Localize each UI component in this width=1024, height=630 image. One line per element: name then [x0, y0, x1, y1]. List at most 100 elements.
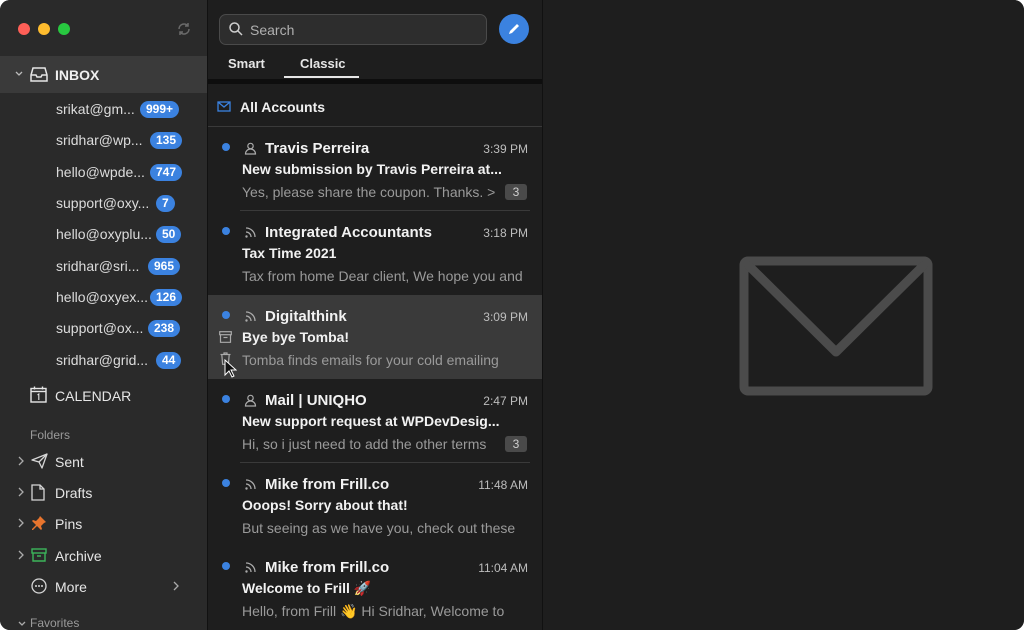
envelope-icon — [217, 101, 231, 112]
rss-icon — [245, 562, 256, 573]
chevron-right-icon[interactable] — [17, 550, 25, 560]
sidebar-item-more[interactable]: More — [0, 571, 207, 601]
sidebar-item-calendar[interactable]: CALENDAR — [0, 381, 207, 411]
search-box[interactable] — [219, 14, 487, 45]
unread-dot — [222, 143, 230, 151]
sidebar-item-pins[interactable]: Pins — [0, 508, 207, 538]
calendar-icon — [30, 386, 47, 403]
unread-dot — [222, 311, 230, 319]
reading-pane — [543, 0, 1024, 630]
sidebar-item-inbox[interactable]: INBOX — [0, 56, 207, 93]
account-name: hello@oxyex... — [56, 289, 149, 305]
unread-count-badge: 965 — [148, 258, 181, 275]
account-name: sridhar@sri... — [56, 258, 140, 274]
mouse-cursor-icon — [224, 359, 237, 378]
message-preview: Hello, from Frill 👋 Hi Sridhar, Welcome … — [242, 603, 505, 619]
message-row[interactable]: Mail | UNIQHO 2:47 PM New support reques… — [208, 379, 542, 463]
message-preview: Hi, so i just need to add the other term… — [242, 436, 487, 452]
folders-heading: Folders — [30, 428, 71, 442]
account-name: hello@oxyplu... — [56, 226, 152, 242]
message-subject: Ooops! Sorry about that! — [242, 497, 408, 513]
account-item[interactable]: sridhar@wp... 135 — [0, 124, 207, 155]
message-sender: Travis Perreira — [265, 140, 370, 157]
account-item[interactable]: sridhar@grid... 44 — [0, 344, 207, 375]
archive-icon[interactable] — [219, 331, 232, 343]
message-time: 3:09 PM — [483, 310, 528, 324]
unread-dot — [222, 395, 230, 403]
rss-icon — [245, 311, 256, 322]
search-input[interactable] — [248, 19, 477, 41]
chevron-right-icon[interactable] — [17, 456, 25, 466]
message-subject: New support request at WPDevDesig... — [242, 413, 500, 429]
sidebar-item-drafts[interactable]: Drafts — [0, 477, 207, 507]
message-row[interactable]: Mike from Frill.co 11:04 AM Welcome to F… — [208, 546, 542, 630]
account-item[interactable]: hello@oxyex... 126 — [0, 281, 207, 312]
account-item[interactable]: hello@oxyplu... 50 — [0, 218, 207, 249]
rss-icon — [245, 479, 256, 490]
tab-classic[interactable]: Classic — [300, 56, 346, 71]
envelope-icon — [739, 256, 933, 396]
unread-count-badge: 238 — [148, 320, 181, 337]
send-icon — [31, 453, 48, 469]
close-window-button[interactable] — [18, 23, 30, 35]
all-accounts-header[interactable]: All Accounts — [208, 86, 542, 127]
message-time: 11:04 AM — [478, 561, 528, 575]
unread-dot — [222, 479, 230, 487]
message-time: 2:47 PM — [483, 394, 528, 408]
unread-count-badge: 747 — [150, 164, 183, 181]
account-item[interactable]: sridhar@sri... 965 — [0, 250, 207, 281]
message-row[interactable]: Mike from Frill.co 11:48 AM Ooops! Sorry… — [208, 463, 542, 547]
chevron-right-icon[interactable] — [17, 487, 25, 497]
chevron-down-icon[interactable] — [14, 69, 24, 79]
divider — [208, 79, 542, 84]
account-name: support@ox... — [56, 320, 144, 336]
sidebar-item-archive[interactable]: Archive — [0, 540, 207, 570]
pencil-icon — [509, 24, 519, 34]
message-time: 11:48 AM — [478, 478, 528, 492]
message-preview: Tomba finds emails for your cold emailin… — [242, 352, 499, 368]
message-list-panel: Smart Classic All Accounts Travis Perrei… — [208, 0, 543, 630]
minimize-window-button[interactable] — [38, 23, 50, 35]
chevron-right-icon[interactable] — [172, 581, 180, 591]
account-name: sridhar@wp... — [56, 132, 143, 148]
window-controls — [18, 23, 70, 35]
inbox-tray-icon — [30, 67, 48, 82]
unread-count-badge: 135 — [150, 132, 183, 149]
compose-button[interactable] — [499, 14, 529, 44]
chevron-down-icon[interactable] — [17, 620, 27, 628]
message-sender: Mail | UNIQHO — [265, 392, 367, 409]
message-preview: Tax from home Dear client, We hope you a… — [242, 268, 523, 284]
sidebar-item-sent[interactable]: Sent — [0, 446, 207, 476]
sidebar-item-label: More — [55, 579, 87, 595]
message-sender: Digitalthink — [265, 308, 347, 325]
unread-count-badge: 7 — [156, 195, 175, 212]
favorites-heading: Favorites — [30, 616, 80, 630]
sidebar-item-label: Pins — [55, 516, 83, 532]
message-preview: But seeing as we have you, check out the… — [242, 520, 516, 536]
pin-icon — [32, 516, 46, 530]
message-row[interactable]: Travis Perreira 3:39 PM New submission b… — [208, 127, 542, 211]
search-icon — [229, 22, 243, 36]
message-subject: Bye bye Tomba! — [242, 329, 350, 345]
message-time: 3:18 PM — [483, 226, 528, 240]
sidebar-item-label: INBOX — [55, 67, 100, 83]
archive-icon — [31, 548, 47, 562]
message-time: 3:39 PM — [483, 142, 528, 156]
account-item[interactable]: support@oxy... 7 — [0, 187, 207, 218]
message-row[interactable]: Digitalthink 3:09 PM Bye bye Tomba! Tomb… — [208, 295, 542, 379]
account-item[interactable]: hello@wpde... 747 — [0, 156, 207, 187]
message-row[interactable]: Integrated Accountants 3:18 PM Tax Time … — [208, 211, 542, 295]
chevron-right-icon[interactable] — [17, 518, 25, 528]
account-name: hello@wpde... — [56, 164, 145, 180]
sidebar-item-label: Archive — [55, 548, 102, 564]
unread-dot — [222, 562, 230, 570]
person-icon — [244, 394, 257, 407]
message-sender: Integrated Accountants — [265, 224, 432, 241]
account-item[interactable]: support@ox... 238 — [0, 312, 207, 343]
message-subject: Tax Time 2021 — [242, 245, 337, 261]
account-name: support@oxy... — [56, 195, 150, 211]
maximize-window-button[interactable] — [58, 23, 70, 35]
account-item[interactable]: srikat@gm... 999+ — [0, 93, 207, 124]
sync-icon[interactable] — [176, 21, 192, 37]
tab-smart[interactable]: Smart — [228, 56, 265, 71]
